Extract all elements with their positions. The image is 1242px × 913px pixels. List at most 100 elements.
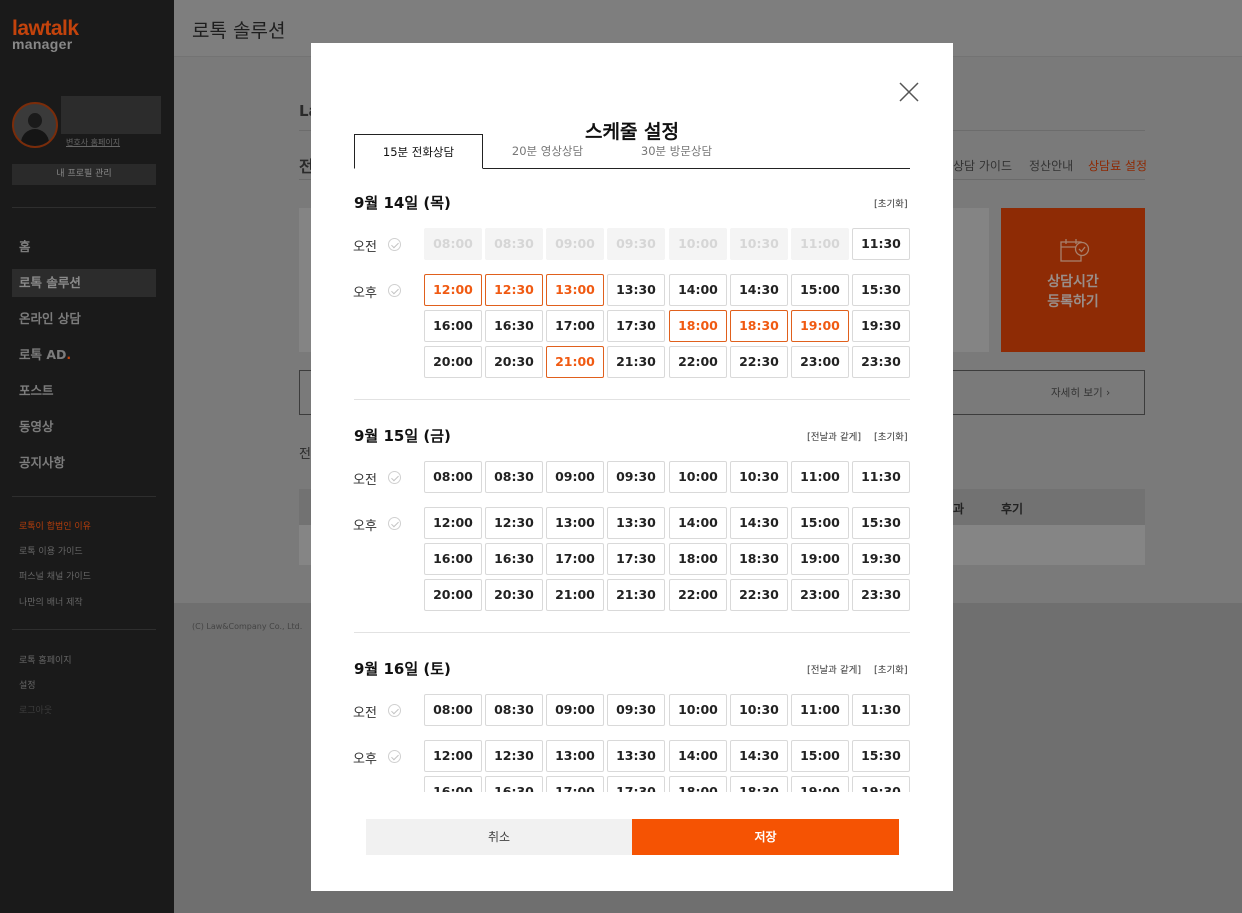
time-slot[interactable]: 10:00 <box>669 461 727 493</box>
time-slot[interactable]: 08:30 <box>485 461 543 493</box>
time-slot[interactable]: 22:30 <box>730 579 788 611</box>
time-slot[interactable]: 10:00 <box>669 694 727 726</box>
pm-check-all-icon[interactable] <box>388 517 401 530</box>
time-slot[interactable]: 18:30 <box>730 543 788 575</box>
footer-link-logout[interactable]: 로그아웃 <box>19 703 52 716</box>
footer-link-settings[interactable]: 설정 <box>19 678 36 691</box>
time-slot[interactable]: 12:00 <box>424 274 482 306</box>
time-slot[interactable]: 13:30 <box>607 274 665 306</box>
time-slot[interactable]: 11:00 <box>791 694 849 726</box>
time-slot[interactable]: 17:00 <box>546 310 604 342</box>
am-check-all-icon[interactable] <box>388 471 401 484</box>
time-slot[interactable]: 12:30 <box>485 507 543 539</box>
guide-link-legal[interactable]: 로톡이 합법인 이유 <box>19 519 91 532</box>
time-slot[interactable]: 13:00 <box>546 740 604 772</box>
time-slot[interactable]: 16:00 <box>424 776 482 792</box>
time-slot[interactable]: 20:30 <box>485 579 543 611</box>
nav-item-video[interactable]: 동영상 <box>12 413 156 441</box>
nav-item-notice[interactable]: 공지사항 <box>12 449 156 477</box>
time-slot[interactable]: 18:00 <box>669 543 727 575</box>
save-button[interactable]: 저장 <box>632 819 899 855</box>
time-slot[interactable]: 21:00 <box>546 579 604 611</box>
schedule-scroll-area[interactable]: 9월 14일 (목) [초기화] 오전 08:00 08:30 09:00 09:30 10:… <box>311 180 953 792</box>
time-slot[interactable]: 14:00 <box>669 274 727 306</box>
guide-link-banner[interactable]: 나만의 배너 제작 <box>19 595 83 608</box>
lawtalk-logo[interactable]: lawtalk manager <box>12 18 79 51</box>
time-slot[interactable]: 19:30 <box>852 310 910 342</box>
cancel-button[interactable]: 취소 <box>366 819 632 855</box>
time-slot[interactable]: 20:00 <box>424 579 482 611</box>
time-slot[interactable]: 14:30 <box>730 274 788 306</box>
time-slot[interactable]: 09:00 <box>546 694 604 726</box>
nav-item-lawtalk-solution[interactable]: 로톡 솔루션 <box>12 269 156 297</box>
time-slot[interactable]: 22:30 <box>730 346 788 378</box>
time-slot[interactable]: 12:30 <box>485 740 543 772</box>
time-slot[interactable]: 21:30 <box>607 579 665 611</box>
detail-link[interactable]: 자세히 보기 › <box>1051 385 1110 400</box>
close-icon[interactable] <box>898 81 920 103</box>
time-slot[interactable]: 23:30 <box>852 346 910 378</box>
time-slot[interactable]: 19:00 <box>791 776 849 792</box>
time-slot[interactable]: 19:00 <box>791 543 849 575</box>
time-slot[interactable]: 15:00 <box>791 740 849 772</box>
lawyer-home-link[interactable]: 변호사 홈페이지 <box>66 137 120 148</box>
time-slot[interactable]: 11:00 <box>791 461 849 493</box>
time-slot[interactable]: 10:30 <box>730 694 788 726</box>
time-slot[interactable]: 16:00 <box>424 543 482 575</box>
footer-link-homepage[interactable]: 로톡 홈페이지 <box>19 653 72 666</box>
time-slot[interactable]: 13:30 <box>607 740 665 772</box>
guide-link-channel[interactable]: 퍼스널 채널 가이드 <box>19 569 91 582</box>
pm-check-all-icon[interactable] <box>388 750 401 763</box>
time-slot[interactable]: 08:00 <box>424 461 482 493</box>
tab-visit-30[interactable]: 30분 방문상담 <box>612 134 741 169</box>
profile-manage-button[interactable]: 내 프로필 관리 <box>12 164 156 185</box>
time-slot[interactable]: 10:30 <box>730 461 788 493</box>
time-slot[interactable]: 23:00 <box>791 346 849 378</box>
time-slot[interactable]: 16:00 <box>424 310 482 342</box>
time-slot[interactable]: 14:00 <box>669 507 727 539</box>
time-slot[interactable]: 14:00 <box>669 740 727 772</box>
time-slot[interactable]: 16:30 <box>485 776 543 792</box>
nav-item-home[interactable]: 홈 <box>12 233 156 261</box>
time-slot[interactable]: 12:30 <box>485 274 543 306</box>
time-slot[interactable]: 22:00 <box>669 579 727 611</box>
bg-link-settlement[interactable]: 정산안내 <box>1029 157 1073 174</box>
reset-button[interactable]: [초기화] <box>874 196 908 210</box>
time-slot[interactable]: 12:00 <box>424 507 482 539</box>
bg-link-consult-guide[interactable]: 상담 가이드 <box>953 157 1012 174</box>
time-slot[interactable]: 18:30 <box>730 776 788 792</box>
time-slot[interactable]: 20:30 <box>485 346 543 378</box>
time-slot[interactable]: 23:30 <box>852 579 910 611</box>
time-slot[interactable]: 20:00 <box>424 346 482 378</box>
reset-button[interactable]: [초기화] <box>874 429 908 443</box>
am-check-all-icon[interactable] <box>388 238 401 251</box>
time-slot[interactable]: 14:30 <box>730 507 788 539</box>
time-slot[interactable]: 13:30 <box>607 507 665 539</box>
tab-video-20[interactable]: 20분 영상상담 <box>483 134 612 169</box>
time-slot[interactable]: 12:00 <box>424 740 482 772</box>
am-check-all-icon[interactable] <box>388 704 401 717</box>
time-slot[interactable]: 19:30 <box>852 543 910 575</box>
time-slot[interactable]: 08:00 <box>424 694 482 726</box>
time-slot[interactable]: 09:30 <box>607 461 665 493</box>
time-slot[interactable]: 23:00 <box>791 579 849 611</box>
time-slot[interactable]: 18:00 <box>669 310 727 342</box>
time-slot[interactable]: 08:30 <box>485 694 543 726</box>
time-slot[interactable]: 17:00 <box>546 543 604 575</box>
time-slot[interactable]: 15:30 <box>852 740 910 772</box>
time-slot[interactable]: 18:30 <box>730 310 788 342</box>
time-slot[interactable]: 19:00 <box>791 310 849 342</box>
time-slot[interactable]: 17:00 <box>546 776 604 792</box>
reset-button[interactable]: [초기화] <box>874 662 908 676</box>
time-slot[interactable]: 22:00 <box>669 346 727 378</box>
time-slot[interactable]: 17:30 <box>607 310 665 342</box>
time-slot[interactable]: 18:00 <box>669 776 727 792</box>
avatar[interactable] <box>12 102 58 148</box>
time-slot[interactable]: 13:00 <box>546 507 604 539</box>
time-slot[interactable]: 16:30 <box>485 543 543 575</box>
time-slot[interactable]: 21:30 <box>607 346 665 378</box>
guide-link-usage[interactable]: 로톡 이용 가이드 <box>19 544 83 557</box>
time-slot[interactable]: 17:30 <box>607 543 665 575</box>
time-slot[interactable]: 11:30 <box>852 461 910 493</box>
nav-item-post[interactable]: 포스트 <box>12 377 156 405</box>
